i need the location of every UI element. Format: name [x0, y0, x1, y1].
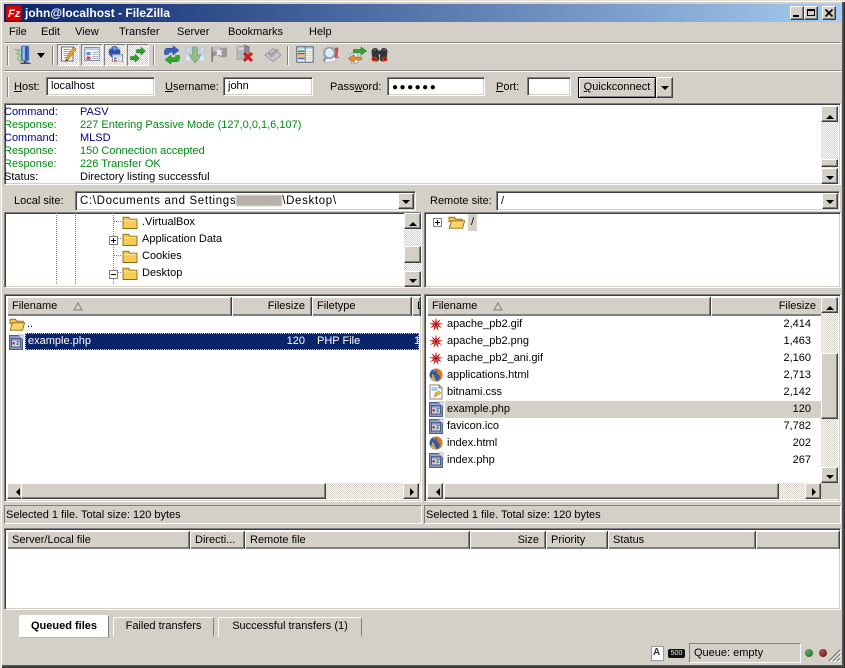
svg-text:Fz: Fz — [8, 8, 21, 20]
